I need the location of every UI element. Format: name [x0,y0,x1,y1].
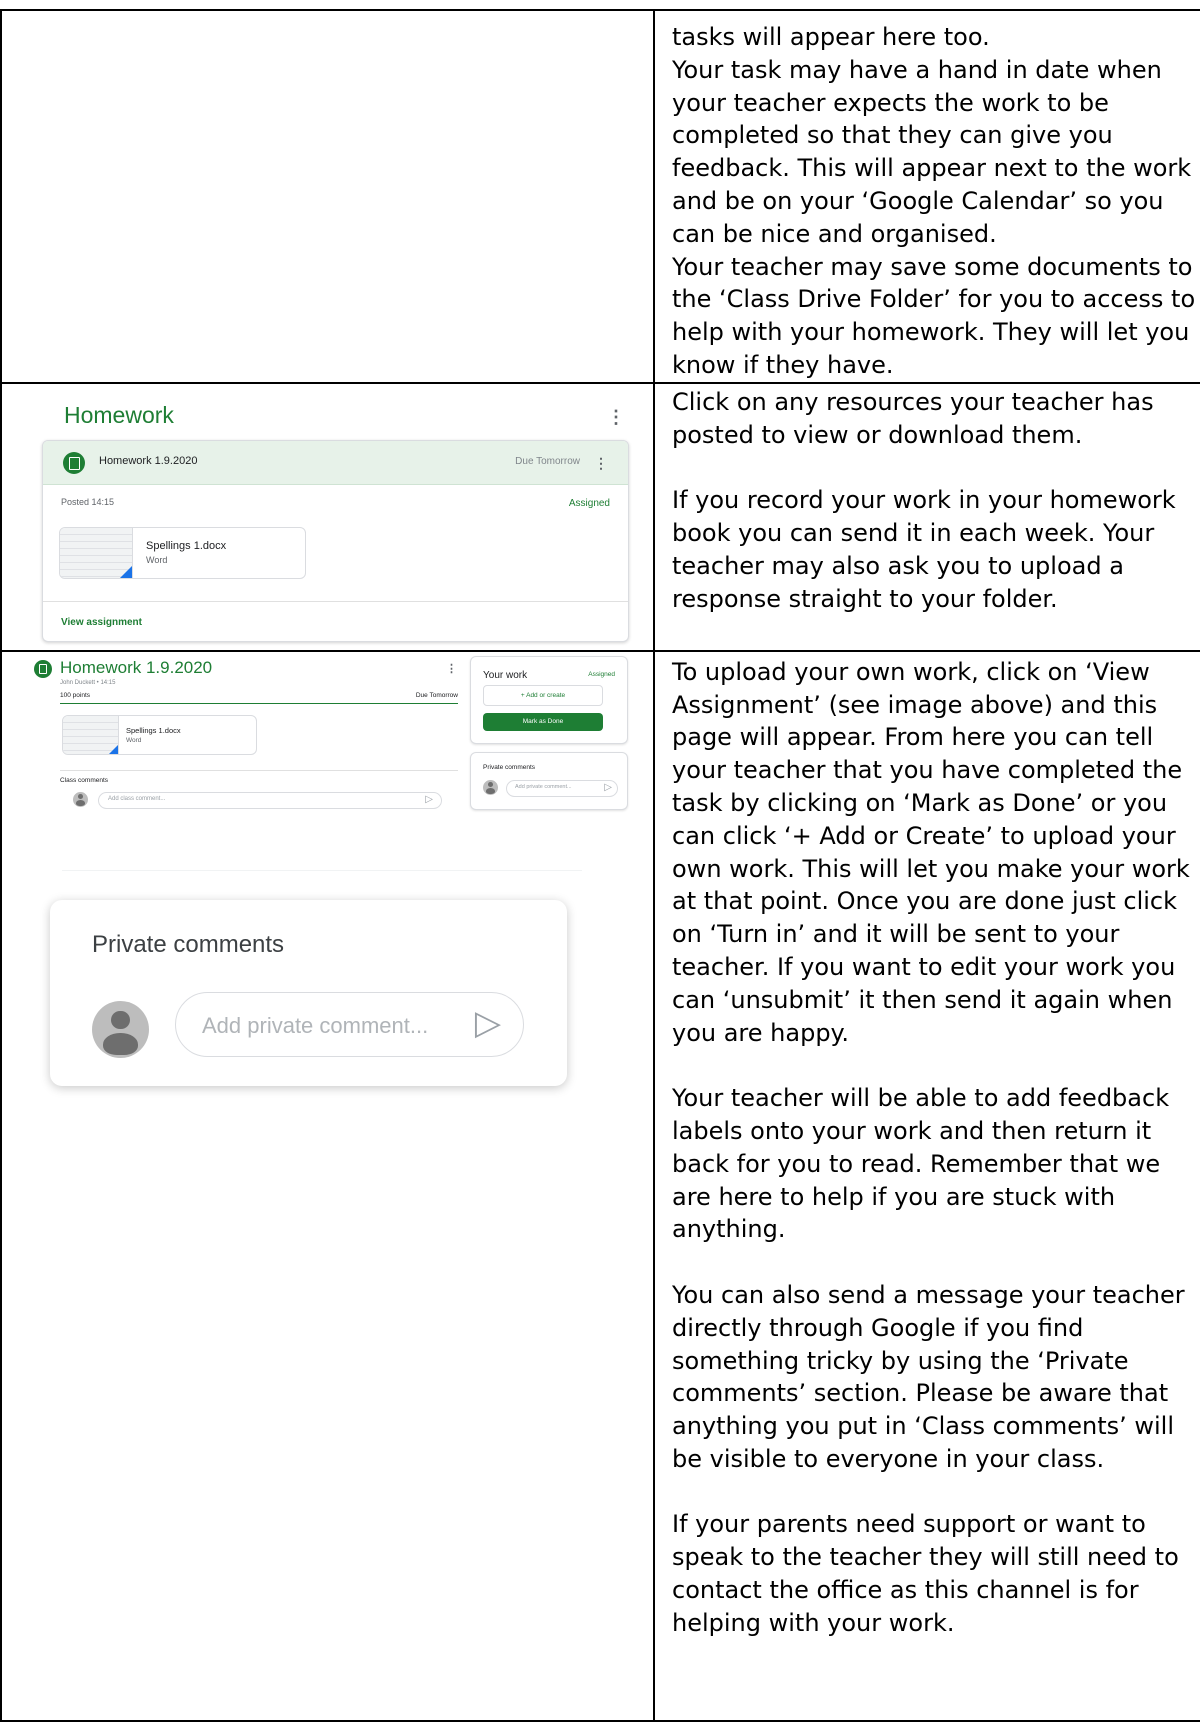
document-table: tasks will appear here too. Your task ma… [0,9,1200,1722]
attachment-name: Spellings 1.docx [146,539,227,552]
paragraph: Your teacher will be able to add feedbac… [672,1084,1177,1244]
left-cell-image: Homework ⋮ Homework 1.9.2020 Due Tomorro… [0,381,655,652]
private-comments-card: Private comments Add private comment... … [470,751,628,810]
table-row: Homework 1.9.2020 ⋮ John Duckett • 14:15… [0,649,1200,1722]
assignment-card[interactable]: Homework 1.9.2020 Due Tomorrow ⋮ Posted … [42,439,629,642]
topic-heading: Homework [64,401,174,428]
paragraph: tasks will appear here too. [672,23,990,51]
more-vert-icon[interactable]: ⋮ [446,660,457,678]
assignment-icon [63,451,85,474]
right-cell-text: tasks will appear here too. Your task ma… [653,9,1200,384]
send-icon[interactable]: ▷ [604,782,612,793]
divider [60,702,458,704]
your-work-card: Your work Assigned + Add or create Mark … [470,655,628,744]
paragraph: Your teacher may save some documents to … [672,252,1196,379]
status-badge: Assigned [588,670,615,678]
left-cell-empty [0,9,655,384]
your-work-title: Your work [483,669,528,681]
private-comments-zoom: Private comments Add private comment... … [50,899,567,1086]
send-icon[interactable]: ▷ [475,1003,501,1043]
due-label: Due Tomorrow [515,455,580,467]
private-comment-input[interactable]: Add private comment... ▷ [506,779,618,797]
assignment-title: Homework 1.9.2020 [60,657,213,677]
mark-as-done-button[interactable]: Mark as Done [483,712,603,731]
attachment-type: Word [126,736,142,744]
table-row: Homework ⋮ Homework 1.9.2020 Due Tomorro… [0,381,1200,652]
paragraph: Your task may have a hand in date when y… [672,55,1199,248]
private-comment-input[interactable]: Add private comment... ▷ [175,991,524,1057]
attachment-chip[interactable]: Spellings 1.docx Word [59,526,306,579]
add-or-create-button[interactable]: + Add or create [483,684,603,706]
class-comment-placeholder: Add class comment... [108,795,166,802]
class-comments-label: Class comments [60,776,109,784]
paragraph: If you record your work in your homework… [672,486,1184,613]
word-file-icon [63,715,119,754]
points: 100 points [60,691,90,699]
class-comment-input[interactable]: Add class comment... ▷ [98,791,442,809]
view-assignment-link[interactable]: View assignment [61,617,142,628]
attachment-name: Spellings 1.docx [126,725,181,735]
divider [62,869,582,871]
homework-screenshot: Homework ⋮ Homework 1.9.2020 Due Tomorro… [42,392,629,642]
left-cell-image: Homework 1.9.2020 ⋮ John Duckett • 14:15… [0,649,655,1722]
private-comment-placeholder: Add private comment... [202,1012,429,1038]
avatar-icon [483,779,498,795]
assignment-icon [34,659,52,678]
paragraph: Click on any resources your teacher has … [672,387,1162,449]
private-comments-title: Private comments [92,930,285,958]
status-badge: Assigned [568,497,610,509]
private-comments-label: Private comments [483,763,536,771]
right-cell-text: To upload your own work, click on ‘View … [653,649,1200,1722]
author-time: John Duckett • 14:15 [60,679,116,686]
posted-time: Posted 14:15 [61,496,115,507]
avatar-icon [73,791,88,807]
divider [60,769,458,771]
assignment-title: Homework 1.9.2020 [99,454,198,467]
private-comment-placeholder: Add private comment... [515,783,572,790]
paragraph: If your parents need support or want to … [672,1510,1187,1637]
assignment-card-header[interactable]: Homework 1.9.2020 Due Tomorrow ⋮ [43,440,628,485]
attachment-type: Word [146,554,168,565]
send-icon[interactable]: ▷ [425,794,433,805]
attachment-chip[interactable]: Spellings 1.docx Word [62,714,257,755]
divider [43,600,628,602]
more-vert-icon[interactable]: ⋮ [594,454,608,472]
right-cell-text: Click on any resources your teacher has … [653,381,1200,652]
table-row: tasks will appear here too. Your task ma… [0,9,1200,384]
avatar-icon [92,1000,149,1058]
paragraph: To upload your own work, click on ‘View … [672,657,1198,1047]
due-label: Due Tomorrow [415,691,458,699]
more-vert-icon[interactable]: ⋮ [607,408,625,426]
word-file-icon [60,527,133,578]
paragraph: You can also send a message your teacher… [672,1280,1193,1473]
